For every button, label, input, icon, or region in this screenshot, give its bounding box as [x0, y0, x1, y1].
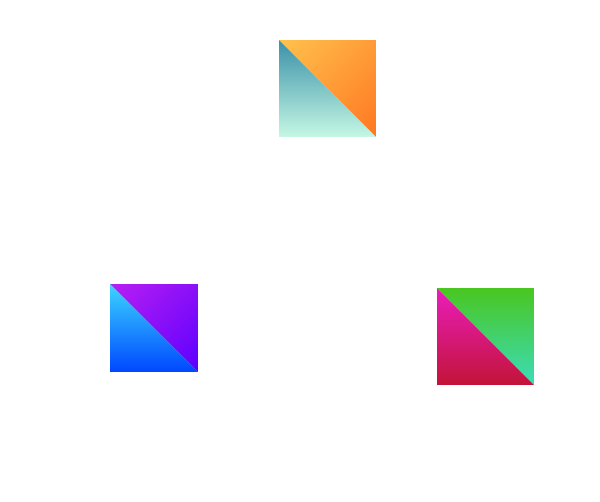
canvas	[0, 0, 600, 502]
gradient-square-tile-purple-blue	[110, 284, 198, 372]
split-square-icon	[110, 284, 198, 372]
gradient-square-tile-orange-teal	[279, 40, 376, 137]
split-square-icon	[437, 288, 534, 385]
split-square-icon	[279, 40, 376, 137]
gradient-square-tile-green-magenta	[437, 288, 534, 385]
